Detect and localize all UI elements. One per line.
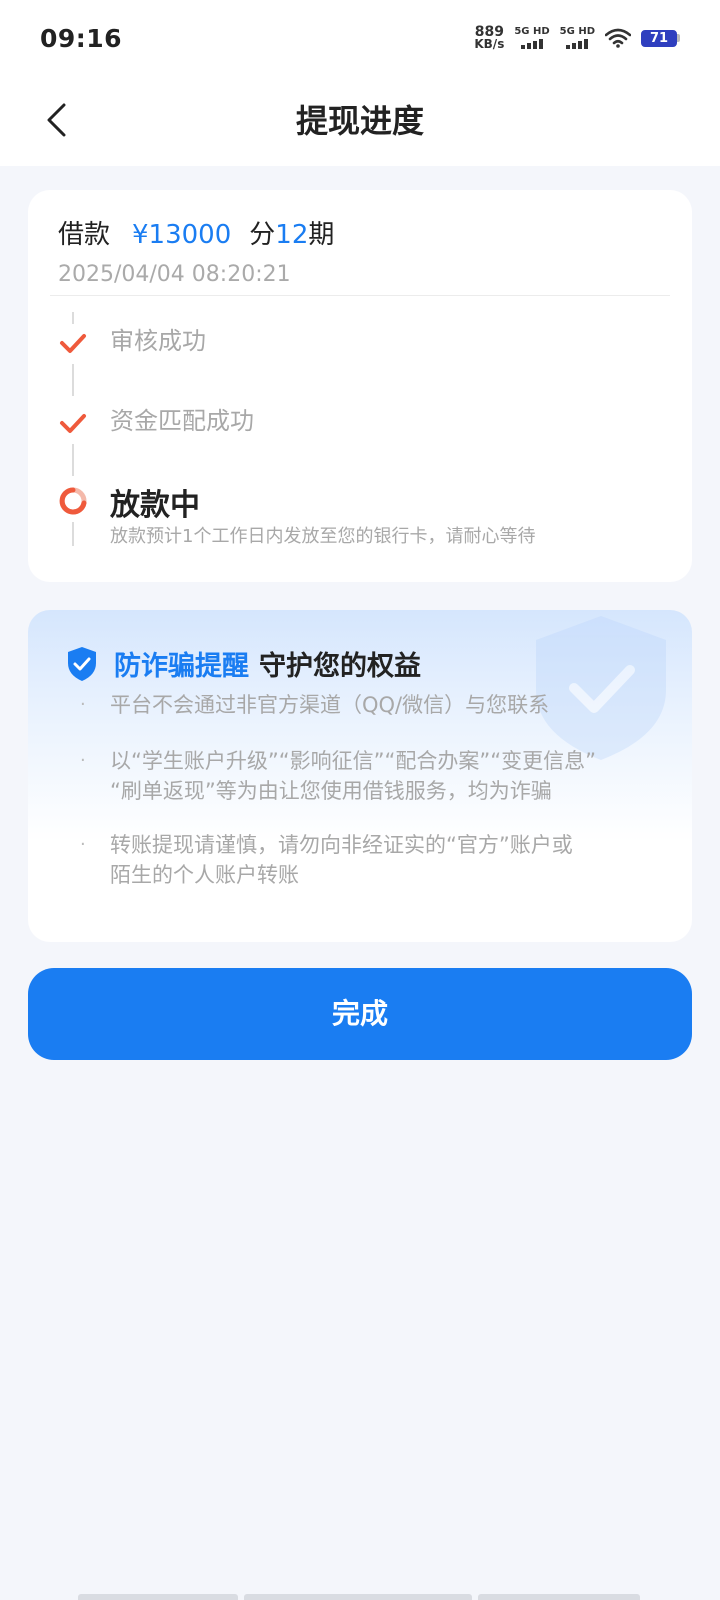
shield-icon — [68, 647, 96, 681]
bullet-dot: · — [80, 694, 86, 715]
timeline-line — [72, 444, 74, 476]
loading-spinner-icon — [59, 487, 87, 515]
status-icons: 889 KB/s 5G HD 5G HD 71 — [474, 25, 680, 51]
loan-prefix: 借款 — [58, 220, 111, 250]
home-indicator[interactable] — [478, 1594, 640, 1600]
timeline-line — [72, 364, 74, 396]
nav-bar: 提现进度 — [0, 76, 720, 166]
status-bar: 09:16 889 KB/s 5G HD 5G HD 71 — [0, 0, 720, 76]
anti-fraud-item-line: “刷单返现”等为由让您使用借钱服务，均为诈骗 — [110, 779, 552, 803]
card-divider — [50, 295, 670, 296]
step-description-disbursing: 放款预计1个工作日内发放至您的银行卡，请耐心等待 — [110, 526, 536, 547]
timeline-line — [72, 522, 74, 546]
loan-datetime: 2025/04/04 08:20:21 — [58, 262, 291, 287]
step-label-fund-match: 资金匹配成功 — [110, 407, 254, 435]
anti-fraud-item-line: 陌生的个人账户转账 — [110, 863, 299, 887]
anti-fraud-title-rest: 守护您的权益 — [259, 651, 421, 682]
loan-amount: ¥13000 — [132, 220, 232, 250]
step-label-review: 审核成功 — [110, 327, 206, 355]
done-button[interactable]: 完成 — [28, 968, 692, 1060]
anti-fraud-title-highlight: 防诈骗提醒 — [114, 651, 249, 682]
home-indicator[interactable] — [78, 1594, 238, 1600]
loan-summary: 借款 ¥13000 分12期 — [58, 214, 334, 251]
sim2-signal-icon: 5G HD — [560, 27, 595, 49]
home-indicator[interactable] — [244, 1594, 472, 1600]
anti-fraud-card: 防诈骗提醒 守护您的权益 · 平台不会通过非官方渠道（QQ/微信）与您联系 · 以… — [28, 610, 692, 942]
loan-term-suffix: 期 — [308, 220, 335, 250]
anti-fraud-title: 防诈骗提醒 守护您的权益 — [114, 644, 421, 683]
sim1-bars — [521, 39, 543, 49]
wifi-icon — [605, 28, 631, 48]
page-title: 提现进度 — [295, 102, 424, 140]
sim2-bars — [566, 39, 589, 49]
sim2-label: 5G HD — [559, 26, 595, 37]
step-label-disbursing: 放款中 — [110, 488, 200, 523]
shield-watermark-icon — [536, 616, 666, 760]
anti-fraud-item: · 平台不会通过非官方渠道（QQ/微信）与您联系 — [80, 690, 640, 720]
anti-fraud-item: · 以“学生账户升级”“影响征信”“配合办案”“变更信息” “刷单返现”等为由让… — [80, 746, 640, 806]
timeline-line — [72, 312, 74, 324]
bullet-dot: · — [80, 750, 86, 771]
status-time: 09:16 — [40, 23, 123, 53]
screen: 09:16 889 KB/s 5G HD 5G HD 71 提现进度 借款 ¥1… — [0, 0, 720, 1600]
anti-fraud-item: · 转账提现请谨慎，请勿向非经证实的“官方”账户或 陌生的个人账户转账 — [80, 830, 640, 890]
loan-term-prefix: 分 — [249, 220, 276, 250]
sim1-signal-icon: 5G HD — [514, 26, 550, 49]
withdrawal-progress-card: 借款 ¥13000 分12期 2025/04/04 08:20:21 审核成功 资金… — [28, 190, 692, 582]
check-icon — [60, 414, 86, 433]
anti-fraud-item-line: 转账提现请谨慎，请勿向非经证实的“官方”账户或 — [110, 833, 573, 857]
network-speed: 889 KB/s — [474, 25, 505, 51]
check-icon — [60, 334, 86, 353]
anti-fraud-item-line: 以“学生账户升级”“影响征信”“配合办案”“变更信息” — [110, 749, 597, 773]
sim1-label: 5G HD — [514, 26, 550, 37]
network-speed-unit: KB/s — [474, 37, 505, 51]
bullet-dot: · — [80, 834, 86, 855]
battery-icon: 71 — [641, 29, 680, 47]
battery-level: 71 — [641, 29, 677, 47]
anti-fraud-item-line: 平台不会通过非官方渠道（QQ/微信）与您联系 — [110, 693, 550, 717]
loan-term-count: 12 — [275, 220, 309, 250]
